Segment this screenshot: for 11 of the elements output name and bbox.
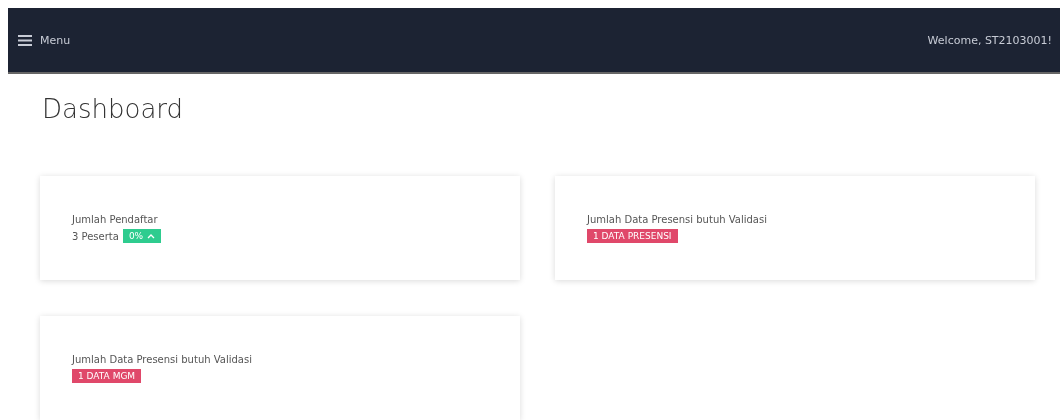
status-badge: 1 DATA MGM	[72, 369, 142, 383]
menu-icon	[18, 34, 32, 46]
menu-button[interactable]: Menu	[18, 33, 71, 47]
page-title: Dashboard	[42, 94, 185, 124]
status-badge: 1 DATA PRESENSI	[587, 229, 678, 243]
welcome-text: Welcome, ST2103001!	[927, 33, 1052, 47]
card-label: Jumlah Data Presensi butuh Validasi	[72, 354, 253, 365]
card-label: Jumlah Pendaftar	[72, 214, 159, 225]
status-badge: 0%	[122, 229, 162, 243]
card-value: 3 Peserta	[72, 230, 119, 242]
card-label: Jumlah Data Presensi butuh Validasi	[587, 214, 768, 225]
